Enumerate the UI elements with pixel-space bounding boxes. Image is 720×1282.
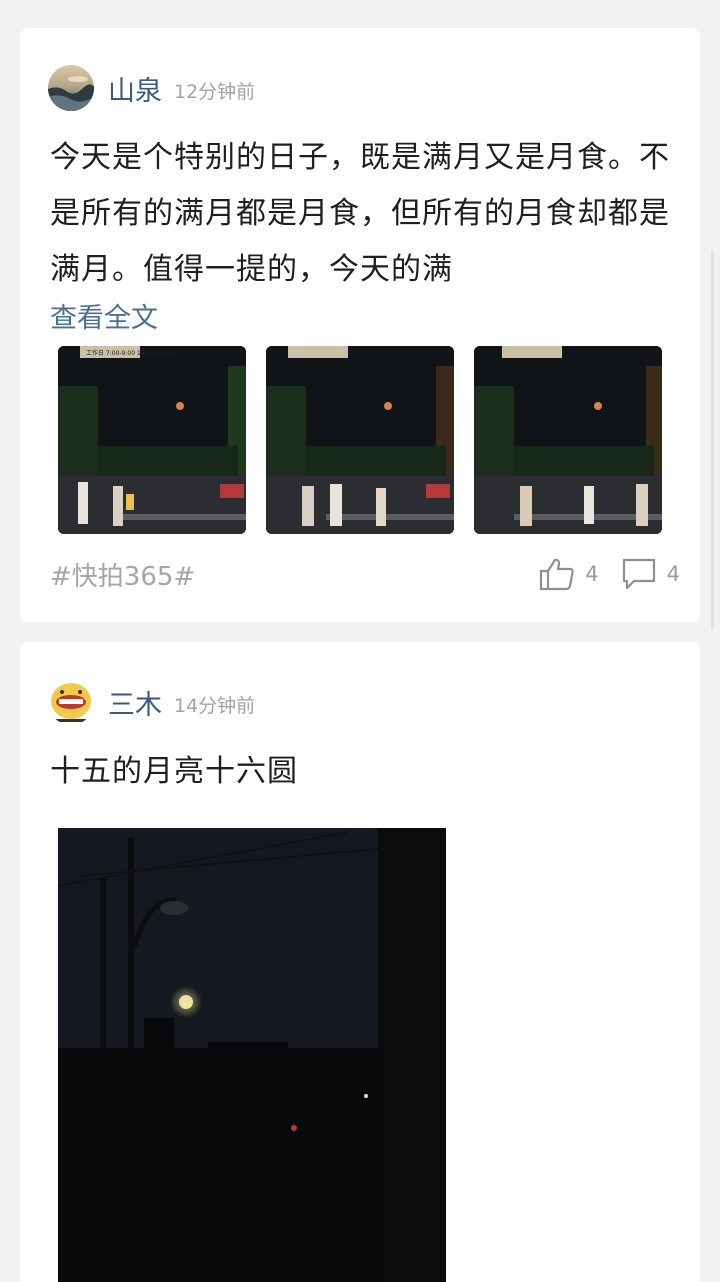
- post-card[interactable]: 山泉 12分钟前 今天是个特别的日子，既是满月又是月食。不是所有的满月都是月食，…: [20, 28, 700, 622]
- scrollbar[interactable]: [711, 250, 714, 630]
- comment-count: 4: [666, 562, 680, 586]
- read-more-link[interactable]: 查看全文: [50, 296, 158, 335]
- thumbs-up-icon: [540, 558, 574, 591]
- comment-icon: [622, 558, 655, 590]
- post-text: 十五的月亮十六圆: [50, 754, 298, 789]
- post-header: 三木 14分钟前: [48, 678, 255, 726]
- topic-hashtag[interactable]: #快拍365#: [50, 556, 195, 593]
- post-card[interactable]: 三木 14分钟前 十五的月亮十六圆: [20, 642, 700, 1282]
- post-text: 今天是个特别的日子，既是满月又是月食。不是所有的满月都是月食，但所有的月食却都是…: [50, 140, 670, 287]
- like-count: 4: [585, 562, 599, 586]
- photo-thumbnail[interactable]: [266, 346, 454, 534]
- comment-button[interactable]: 4: [621, 557, 680, 591]
- username[interactable]: 山泉: [108, 69, 162, 108]
- post-time: 12分钟前: [174, 80, 256, 103]
- post-photo[interactable]: [58, 828, 446, 1282]
- photo-thumbnail[interactable]: [474, 346, 662, 534]
- username[interactable]: 三木: [108, 683, 162, 722]
- avatar[interactable]: [48, 65, 94, 111]
- photo-grid: 工作日 7:00-9:00 16:30-18:30: [58, 346, 662, 534]
- sign-text: 工作日 7:00-9:00 16:30-18:30: [86, 349, 174, 357]
- post-actions: 4 4: [517, 557, 680, 591]
- post-header: 山泉 12分钟前: [48, 64, 255, 112]
- avatar[interactable]: [48, 679, 94, 725]
- photo-thumbnail[interactable]: 工作日 7:00-9:00 16:30-18:30: [58, 346, 246, 534]
- post-footer: #快拍365# 4 4: [50, 554, 680, 594]
- like-button[interactable]: 4: [539, 557, 599, 591]
- post-time: 14分钟前: [174, 694, 256, 717]
